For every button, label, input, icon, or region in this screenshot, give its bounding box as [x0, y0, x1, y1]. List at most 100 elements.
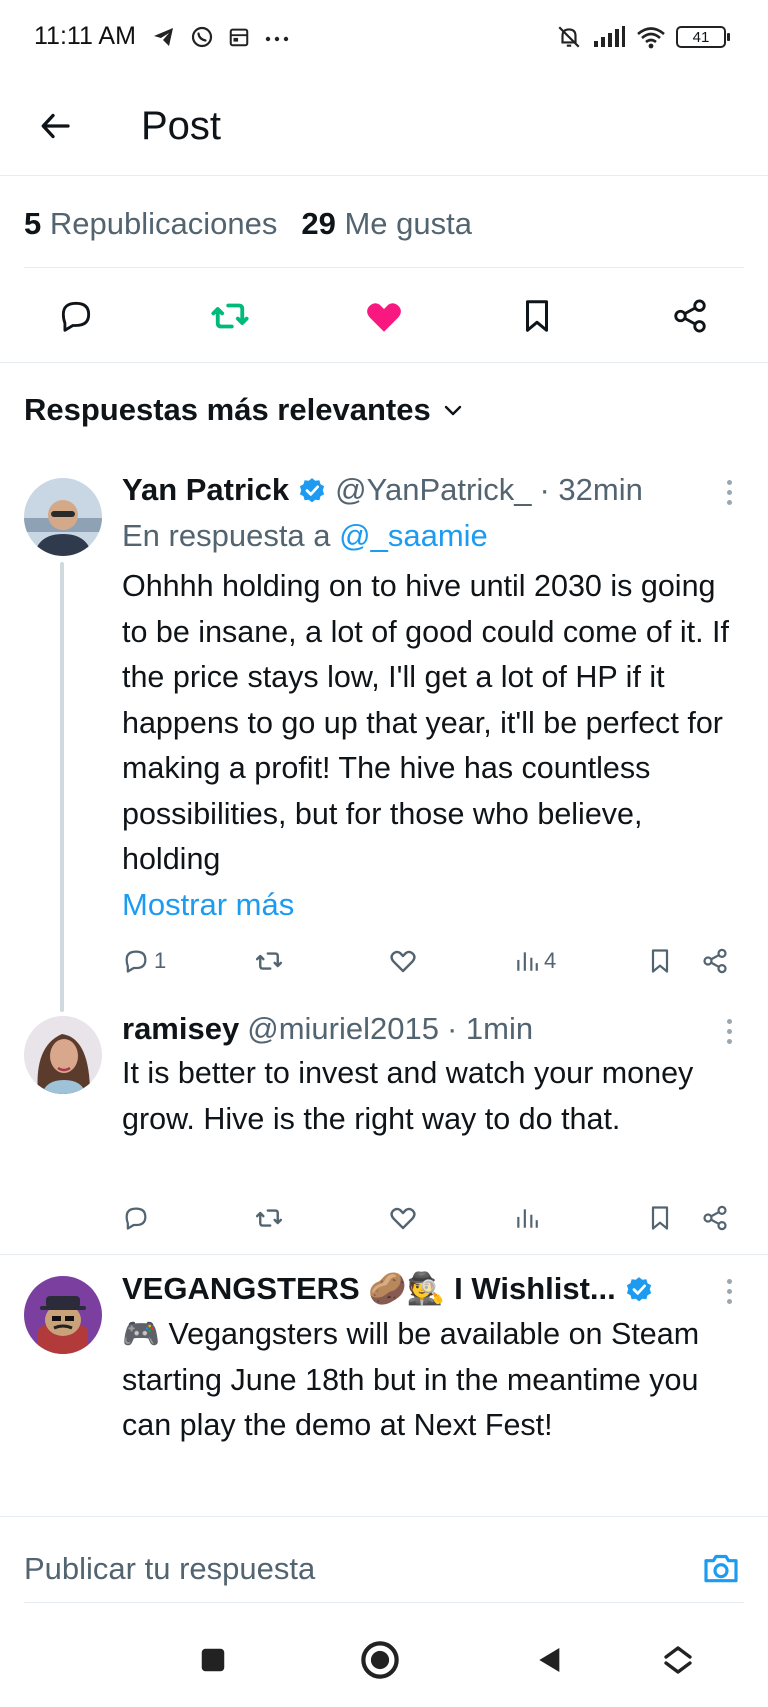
reply-header: VEGANGSTERS 🥔🕵 I Wishlist... — [122, 1266, 654, 1312]
avatar[interactable] — [24, 478, 102, 556]
rotate-button[interactable] — [648, 1630, 708, 1690]
reply-button[interactable] — [122, 1198, 150, 1238]
reply-count: 1 — [154, 948, 167, 973]
rotate-icon — [664, 1646, 692, 1674]
bookmark-button[interactable] — [646, 941, 674, 981]
repost-icon — [211, 303, 249, 329]
reply-button[interactable]: 1 — [122, 941, 166, 981]
avatar[interactable] — [24, 1276, 102, 1354]
telegram-icon — [154, 28, 173, 46]
bookmark-icon — [651, 949, 669, 973]
reply-button[interactable] — [50, 290, 102, 342]
verified-badge-icon — [626, 1277, 651, 1302]
more-notifications-icon — [265, 36, 289, 42]
heart-icon — [390, 1207, 416, 1230]
home-button[interactable] — [350, 1630, 410, 1690]
wifi-icon — [637, 27, 665, 49]
reply-to-label: En respuesta a — [122, 518, 331, 553]
avatar-photo — [24, 478, 102, 556]
bookmark-button[interactable] — [511, 290, 563, 342]
signal-icon — [594, 26, 625, 47]
header — [0, 80, 768, 176]
author-name[interactable]: VEGANGSTERS 🥔🕵 I Wishlist... — [122, 1266, 616, 1312]
avatar[interactable] — [24, 1016, 102, 1094]
home-circle-icon — [361, 1641, 399, 1679]
reply-to-handle[interactable]: @_saamie — [339, 518, 488, 553]
share-button[interactable] — [701, 941, 729, 981]
replies-sort-dropdown[interactable]: Respuestas más relevantes — [24, 388, 465, 432]
avatar-photo — [24, 1016, 102, 1094]
recent-apps-button[interactable] — [183, 1630, 243, 1690]
back-arrow-icon — [41, 113, 70, 139]
likes-count: 29 — [301, 206, 336, 241]
divider — [0, 362, 768, 363]
author-handle[interactable]: @miuriel2015 — [247, 1006, 439, 1052]
repost-button[interactable] — [254, 941, 284, 981]
like-button[interactable] — [358, 290, 410, 342]
more-options-button[interactable] — [714, 1271, 744, 1311]
back-nav-button[interactable] — [520, 1630, 580, 1690]
divider — [0, 1516, 768, 1517]
heart-icon — [390, 950, 416, 973]
like-button[interactable] — [388, 941, 418, 981]
views-chart-icon — [517, 952, 538, 971]
share-icon — [703, 1205, 727, 1231]
repost-icon — [255, 1209, 283, 1227]
reposts-stat[interactable]: 5 Republicaciones — [24, 200, 277, 248]
whatsapp-icon — [191, 26, 213, 48]
reply-time: · 1min — [446, 1011, 534, 1046]
status-bar: 11:11 AM 41 — [0, 0, 768, 80]
back-button[interactable] — [30, 100, 82, 152]
share-icon — [674, 299, 706, 333]
heart-filled-icon — [367, 303, 401, 332]
author-name[interactable]: Yan Patrick — [122, 467, 289, 513]
triangle-back-icon — [539, 1648, 560, 1672]
camera-button[interactable] — [696, 1544, 746, 1594]
square-icon — [201, 1648, 225, 1672]
status-system-icons: 41 — [556, 22, 730, 52]
reply-icon — [125, 1207, 147, 1230]
views-button[interactable]: 4 — [514, 941, 556, 981]
calendar-icon — [229, 28, 249, 47]
share-button[interactable] — [664, 290, 716, 342]
reply-to-line: En respuesta a @_saamie — [122, 513, 488, 559]
chevron-down-icon — [444, 405, 461, 416]
battery-indicator: 41 — [676, 26, 730, 48]
share-button[interactable] — [701, 1198, 729, 1238]
share-icon — [703, 948, 727, 974]
thread-line — [60, 562, 64, 1012]
divider — [24, 267, 744, 268]
reply-icon — [125, 950, 147, 973]
divider — [0, 1254, 768, 1255]
show-more-link[interactable]: Mostrar más — [122, 882, 294, 928]
reply-text: It is better to invest and watch your mo… — [122, 1056, 694, 1136]
views-button[interactable] — [514, 1198, 540, 1238]
repost-button[interactable] — [204, 290, 256, 342]
camera-icon — [704, 1554, 738, 1583]
views-chart-icon — [517, 1209, 538, 1228]
reposts-label: Republicaciones — [49, 206, 278, 241]
more-options-button[interactable] — [714, 1011, 744, 1051]
likes-stat[interactable]: 29 Me gusta — [301, 200, 472, 248]
reply-icon — [61, 301, 91, 332]
views-count: 4 — [544, 948, 557, 973]
divider — [24, 1602, 744, 1603]
repost-button[interactable] — [254, 1198, 284, 1238]
more-options-button[interactable] — [714, 472, 744, 512]
page-title: Post — [141, 104, 222, 148]
like-button[interactable] — [388, 1198, 418, 1238]
author-handle[interactable]: @YanPatrick_ — [335, 467, 531, 513]
post-stats: 5 Republicaciones 29 Me gusta — [24, 200, 472, 248]
reposts-count: 5 — [24, 206, 42, 241]
bookmark-icon — [651, 1206, 669, 1230]
replies-sort-label: Respuestas más relevantes — [24, 392, 431, 427]
reply-time: · 32min — [539, 472, 643, 507]
status-time: 11:11 AM — [34, 22, 136, 50]
likes-label: Me gusta — [344, 206, 472, 241]
bell-muted-icon — [558, 26, 580, 48]
reply-composer-input[interactable]: Publicar tu respuesta — [24, 1543, 315, 1595]
reply-text: 🎮 Vegangsters will be available on Steam… — [122, 1317, 700, 1442]
bookmark-icon — [525, 300, 549, 332]
author-name[interactable]: ramisey — [122, 1006, 239, 1052]
bookmark-button[interactable] — [646, 1198, 674, 1238]
